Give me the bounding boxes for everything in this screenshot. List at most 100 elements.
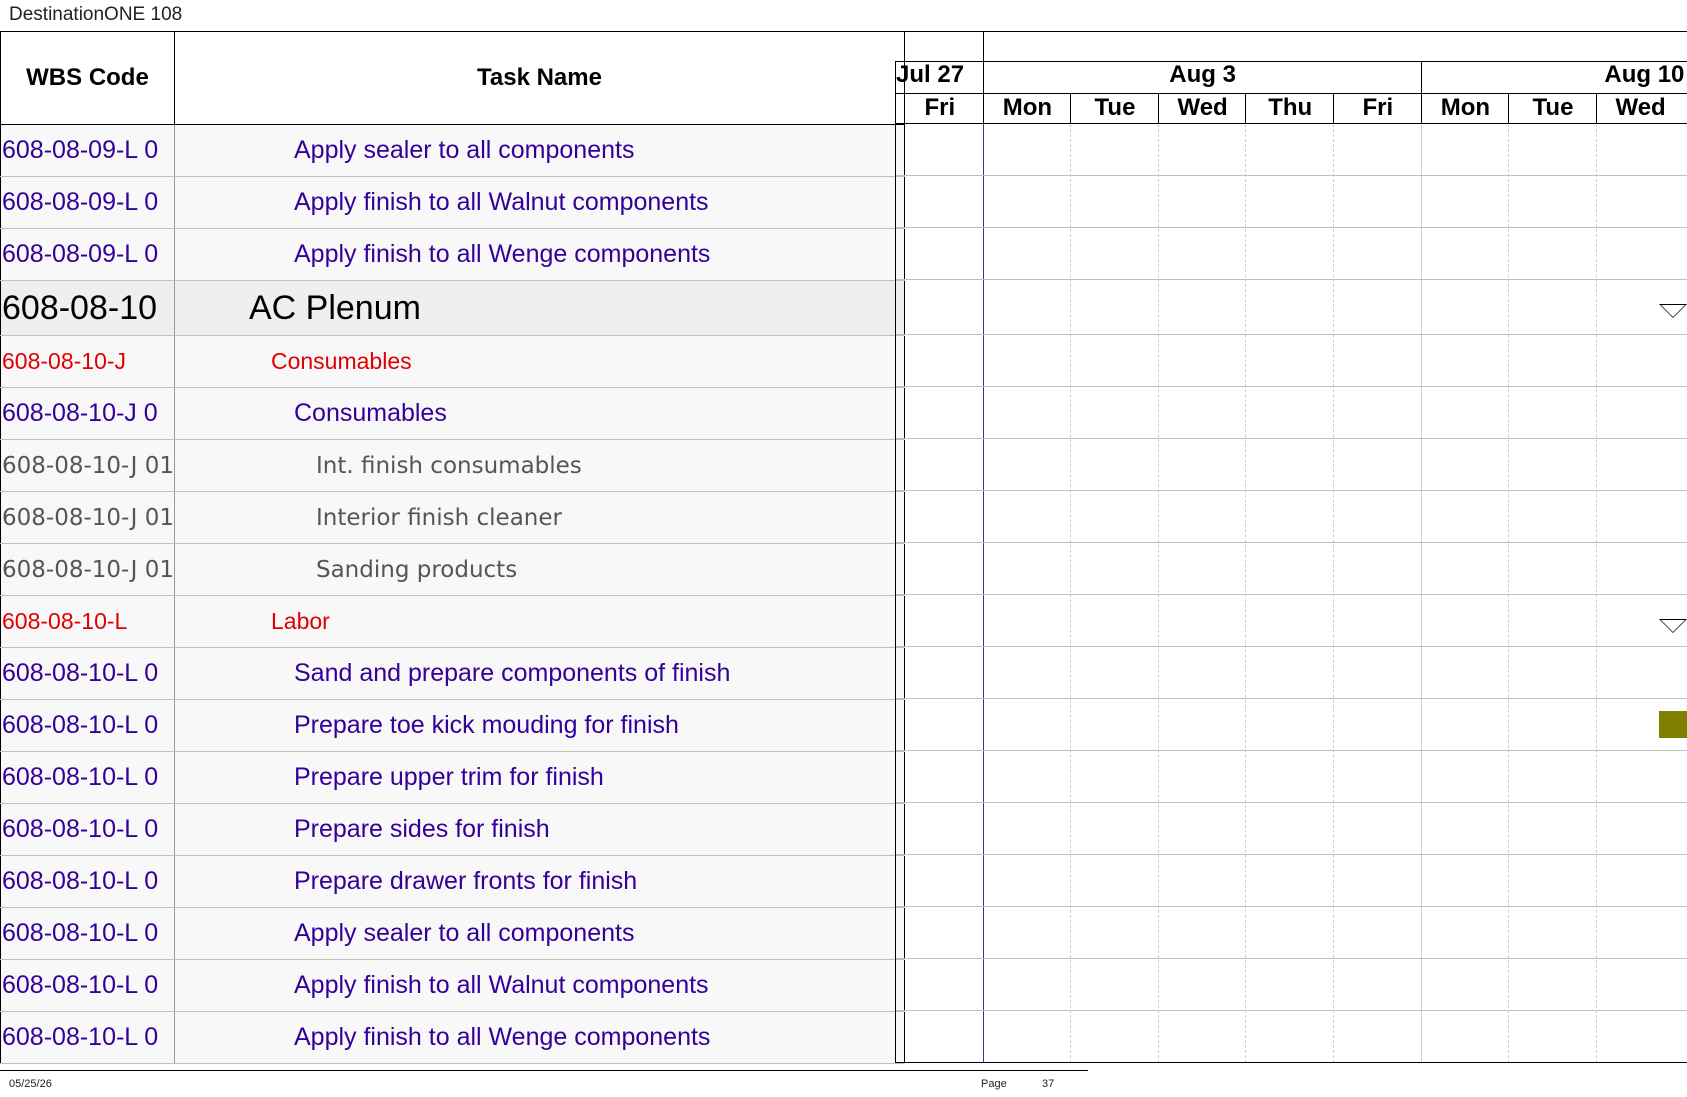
wbs-code-cell: 608-08-10-L 0: [0, 699, 175, 752]
header-rule: [982, 31, 984, 61]
wbs-code-cell: 608-08-10-J 01: [0, 543, 175, 596]
footer-divider: [0, 1070, 1088, 1071]
wbs-code-cell: 608-08-10-L 0: [0, 647, 175, 700]
wbs-code-cell: 608-08-10-L 0: [0, 855, 175, 908]
task-row[interactable]: 608-08-10-J 01 Sanding products: [0, 543, 905, 596]
wbs-code-cell: 608-08-09-L 0: [0, 176, 175, 229]
task-row[interactable]: 608-08-10-J 0 Consumables: [0, 387, 905, 440]
task-row[interactable]: 608-08-09-L 0 Apply sealer to all compone…: [0, 124, 905, 177]
task-row[interactable]: 608-08-10-J 01 Interior finish cleaner: [0, 491, 905, 544]
task-name-text: Consumables: [270, 348, 412, 374]
task-name-header[interactable]: Task Name: [173, 31, 905, 125]
row-gridline: [895, 490, 1687, 491]
task-row[interactable]: 608-08-10-J Consumables: [0, 335, 905, 388]
footer-page-number: 37: [1042, 1078, 1055, 1090]
task-name-text: Prepare upper trim for finish: [293, 763, 604, 791]
task-name-cell: Consumables: [174, 387, 905, 440]
wbs-code-cell: 608-08-10-L 0: [0, 1011, 175, 1064]
day-label: Wed: [1595, 94, 1685, 123]
row-gridline: [895, 438, 1687, 439]
task-name-cell: Apply finish to all Wenge components: [174, 228, 905, 281]
header-rule: [895, 123, 1687, 124]
row-gridline: [895, 175, 1687, 176]
task-name-cell: AC Plenum: [174, 280, 905, 336]
wbs-code-cell: 608-08-10-J 0: [0, 387, 175, 440]
task-name-text: Apply finish to all Wenge components: [293, 1023, 711, 1051]
task-row[interactable]: 608-08-09-L 0 Apply finish to all Walnut …: [0, 176, 905, 229]
task-bar[interactable]: [1659, 711, 1687, 738]
task-name-text: Apply sealer to all components: [293, 136, 635, 164]
task-name-cell: Interior finish cleaner: [174, 491, 905, 544]
day-label: Tue: [1508, 94, 1597, 123]
wbs-code-cell: 608-08-10-L 0: [0, 751, 175, 804]
week-label: Aug 3: [982, 61, 1422, 93]
task-row[interactable]: 608-08-10-L 0 Apply finish to all Walnut …: [0, 959, 905, 1012]
task-row[interactable]: 608-08-10-L 0 Apply finish to all Wenge c…: [0, 1011, 905, 1064]
header-rule: [895, 61, 1687, 62]
task-name-cell: Apply finish to all Wenge components: [174, 1011, 905, 1064]
row-gridline: [895, 227, 1687, 228]
row-gridline: [895, 1010, 1687, 1011]
wbs-code-cell: 608-08-09-L 0: [0, 228, 175, 281]
week-label: Aug 10: [1420, 61, 1684, 93]
row-gridline: [895, 750, 1687, 751]
task-name-cell: Prepare drawer fronts for finish: [174, 855, 905, 908]
task-row[interactable]: 608-08-10-L 0 Prepare upper trim for fini…: [0, 751, 905, 804]
task-name-cell: Int. finish consumables: [174, 439, 905, 492]
task-name-text: Sand and prepare components of finish: [293, 659, 731, 687]
task-row[interactable]: 608-08-10-J 01 Int. finish consumables: [0, 439, 905, 492]
task-name-text: Apply finish to all Wenge components: [293, 240, 711, 268]
day-label: Wed: [1157, 94, 1247, 123]
wbs-code-cell: 608-08-10-L 0: [0, 907, 175, 960]
row-gridline: [895, 698, 1687, 699]
task-name-cell: Labor: [174, 595, 905, 648]
wbs-code-cell: 608-08-09-L 0: [0, 124, 175, 177]
task-name-cell: Sanding products: [174, 543, 905, 596]
task-name-text: Prepare sides for finish: [293, 815, 550, 843]
task-name-text: Sanding products: [315, 556, 518, 583]
day-label: Mon: [982, 94, 1072, 123]
row-gridline: [895, 906, 1687, 907]
task-name-cell: Apply finish to all Walnut components: [174, 959, 905, 1012]
row-gridline: [895, 594, 1687, 595]
task-name-text: Prepare drawer fronts for finish: [293, 867, 638, 895]
week-label: Jul 27: [895, 61, 984, 93]
task-name-text: Apply finish to all Walnut components: [293, 188, 709, 216]
task-row[interactable]: 608-08-10-L 0 Apply sealer to all compone…: [0, 907, 905, 960]
row-gridline: [895, 854, 1687, 855]
summary-marker-fill: [1661, 305, 1685, 317]
day-label: Thu: [1245, 94, 1334, 123]
row-gridline: [895, 386, 1687, 387]
row-gridline: [895, 1062, 1687, 1063]
wbs-code-cell: 608-08-10: [0, 280, 175, 336]
row-gridline: [895, 646, 1687, 647]
footer-date: 05/25/26: [9, 1078, 52, 1090]
task-name-cell: Consumables: [174, 335, 905, 388]
wbs-code-cell: 608-08-10-L: [0, 595, 175, 648]
document-title: DestinationONE 108: [9, 4, 183, 25]
task-row[interactable]: 608-08-10 AC Plenum: [0, 280, 905, 336]
row-gridline: [895, 542, 1687, 543]
task-name-text: Interior finish cleaner: [315, 504, 562, 531]
task-name-cell: Prepare upper trim for finish: [174, 751, 905, 804]
task-name-cell: Sand and prepare components of finish: [174, 647, 905, 700]
day-label: Fri: [895, 94, 984, 123]
task-row[interactable]: 608-08-10-L 0 Prepare drawer fronts for f…: [0, 855, 905, 908]
task-name-cell: Apply finish to all Walnut components: [174, 176, 905, 229]
task-row[interactable]: 608-08-10-L Labor: [0, 595, 905, 648]
footer-page-label: Page: [981, 1078, 1007, 1090]
task-name-text: Int. finish consumables: [315, 452, 582, 479]
row-gridline: [895, 334, 1687, 335]
row-gridline: [895, 958, 1687, 959]
day-label: Mon: [1420, 94, 1510, 123]
task-name-cell: Apply sealer to all components: [174, 124, 905, 177]
wbs-code-cell: 608-08-10-L 0: [0, 959, 175, 1012]
row-gridline: [895, 279, 1687, 280]
task-row[interactable]: 608-08-10-L 0 Prepare sides for finish: [0, 803, 905, 856]
timeline-grid: [895, 124, 1687, 1063]
wbs-code-header[interactable]: WBS Code: [0, 31, 175, 125]
wbs-code-cell: 608-08-10-J: [0, 335, 175, 388]
task-row[interactable]: 608-08-09-L 0 Apply finish to all Wenge c…: [0, 228, 905, 281]
task-row[interactable]: 608-08-10-L 0 Prepare toe kick mouding fo…: [0, 699, 905, 752]
task-row[interactable]: 608-08-10-L 0 Sand and prepare components…: [0, 647, 905, 700]
